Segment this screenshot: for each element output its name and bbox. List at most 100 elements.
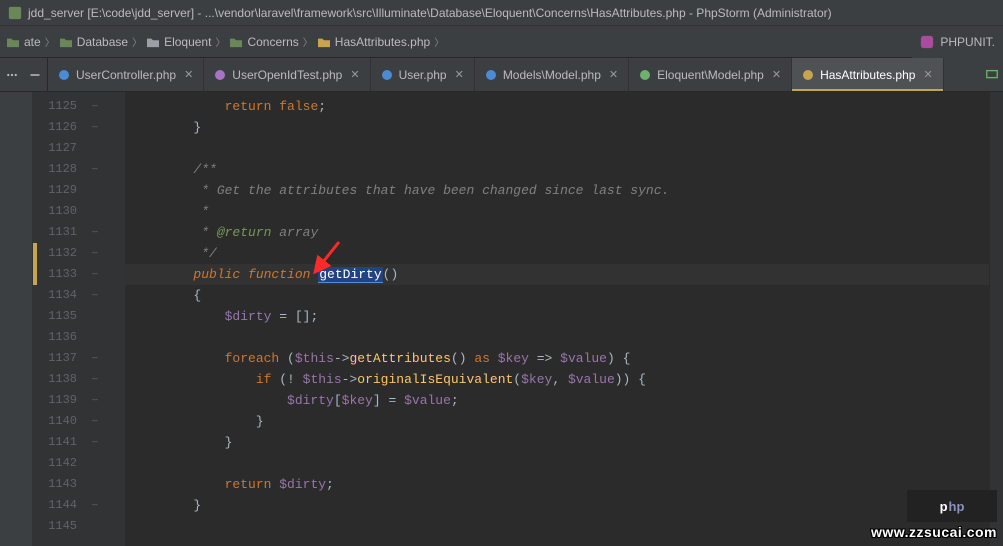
gutter-line: 1138— (33, 369, 125, 390)
fold-toggle-icon[interactable]: — (85, 159, 105, 180)
code-line[interactable]: $dirty[$key] = $value; (125, 390, 989, 411)
fold-toggle-icon[interactable]: — (85, 117, 105, 138)
fold-toggle-icon[interactable]: — (85, 96, 105, 117)
fold-toggle-icon[interactable]: — (85, 411, 105, 432)
tab-hasattributes-php[interactable]: HasAttributes.php ✕ (792, 58, 944, 91)
close-icon[interactable]: ✕ (350, 68, 359, 81)
breadcrumb-item[interactable]: Eloquent (146, 35, 211, 49)
breadcrumb-item[interactable]: Concerns (229, 35, 298, 49)
editor-left-tools (0, 58, 48, 91)
code-line[interactable]: * (125, 201, 989, 222)
gutter-line: 1126— (33, 117, 125, 138)
breadcrumb-item[interactable]: HasAttributes.php (317, 35, 430, 49)
line-number: 1143 (33, 474, 85, 495)
gutter-line: 1137— (33, 348, 125, 369)
close-icon[interactable]: ✕ (609, 68, 618, 81)
fold-toggle-icon[interactable]: — (85, 369, 105, 390)
code-line[interactable]: } (125, 117, 989, 138)
gutter-line: 1132— (33, 243, 125, 264)
code-line[interactable]: public function getDirty() (125, 264, 989, 285)
chevron-right-icon: 〉 (303, 34, 313, 49)
scrollbar-strip[interactable] (989, 92, 1003, 546)
gutter-line: 1134— (33, 285, 125, 306)
close-icon[interactable]: ✕ (772, 68, 781, 81)
fold-toggle-icon[interactable]: — (85, 495, 105, 516)
tab-label: UserController.php (76, 68, 176, 82)
breadcrumb-item[interactable]: Database (59, 35, 128, 49)
fold-toggle-icon[interactable]: — (85, 222, 105, 243)
code-line[interactable]: { (125, 285, 989, 306)
phpunit-panel-button[interactable]: PHPUNIT. (912, 26, 1003, 58)
tab-usercontroller-php[interactable]: UserController.php ✕ (48, 58, 204, 91)
code-line[interactable] (125, 138, 989, 159)
fold-toggle-icon[interactable]: — (85, 432, 105, 453)
line-number: 1139 (33, 390, 85, 411)
tab-useropenidtest-php[interactable]: UserOpenIdTest.php✕ (204, 58, 370, 91)
line-number: 1126 (33, 117, 85, 138)
line-number: 1132 (33, 243, 85, 264)
tab-label: HasAttributes.php (820, 68, 915, 82)
php-file-icon (214, 69, 226, 81)
line-number: 1142 (33, 453, 85, 474)
tab-user-php[interactable]: User.php✕ (371, 58, 475, 91)
gutter-line: 1129 (33, 180, 125, 201)
gutter-line: 1133— (33, 264, 125, 285)
fold-toggle-icon[interactable]: — (85, 243, 105, 264)
close-icon[interactable]: ✕ (184, 68, 193, 81)
gutter-line: 1131— (33, 222, 125, 243)
phpunit-label: PHPUNIT. (940, 35, 995, 49)
code-line[interactable]: */ (125, 243, 989, 264)
code-line[interactable]: } (125, 432, 989, 453)
code-line[interactable]: return false; (125, 96, 989, 117)
breadcrumb-label: Database (77, 35, 128, 49)
gutter-line: 1140— (33, 411, 125, 432)
line-number: 1141 (33, 432, 85, 453)
tab-eloquent-model-php[interactable]: Eloquent\Model.php ✕ (629, 58, 792, 91)
more-actions-icon[interactable] (6, 69, 18, 81)
code-line[interactable]: if (! $this->originalIsEquivalent($key, … (125, 369, 989, 390)
code-line[interactable]: * @return array (125, 222, 989, 243)
code-line[interactable]: } (125, 411, 989, 432)
code-line[interactable] (125, 327, 989, 348)
line-number: 1125 (33, 96, 85, 117)
fold-toggle-icon[interactable]: — (85, 348, 105, 369)
fold-toggle-icon[interactable]: — (85, 264, 105, 285)
code-line[interactable]: } (125, 495, 989, 516)
close-icon[interactable]: ✕ (923, 68, 932, 81)
gutter-line: 1145 (33, 516, 125, 537)
fold-toggle-icon[interactable]: — (85, 390, 105, 411)
breadcrumb: ate〉Database〉Eloquent〉Concerns〉HasAttrib… (0, 26, 1003, 58)
code-line[interactable]: /** (125, 159, 989, 180)
folder-icon (317, 36, 331, 48)
code-line[interactable] (125, 516, 989, 537)
code-line[interactable]: $dirty = []; (125, 306, 989, 327)
line-number: 1144 (33, 495, 85, 516)
line-number: 1129 (33, 180, 85, 201)
line-number: 1137 (33, 348, 85, 369)
gutter-line: 1142 (33, 453, 125, 474)
editor-tabs: UserController.php✕UserOpenIdTest.php✕Us… (0, 58, 1003, 92)
tab-label: Models\Model.php (503, 68, 601, 82)
code-line[interactable]: foreach ($this->getAttributes() as $key … (125, 348, 989, 369)
gutter-line: 1139— (33, 390, 125, 411)
code-line[interactable] (125, 453, 989, 474)
tab-models-model-php[interactable]: Models\Model.php ✕ (475, 58, 629, 91)
collapse-icon[interactable] (29, 69, 41, 81)
code-line[interactable]: return $dirty; (125, 474, 989, 495)
chevron-right-icon: 〉 (45, 34, 55, 49)
tab-label: Eloquent\Model.php (657, 68, 764, 82)
tab-overflow-icon[interactable] (985, 68, 999, 82)
gutter-line: 1136 (33, 327, 125, 348)
line-number: 1136 (33, 327, 85, 348)
php-file-icon (58, 69, 70, 81)
watermark-url: www.zzsucai.com (871, 524, 997, 540)
code-line[interactable]: * Get the attributes that have been chan… (125, 180, 989, 201)
breadcrumb-item[interactable]: ate (6, 35, 41, 49)
watermark: php www.zzsucai.com (871, 490, 997, 540)
code-area[interactable]: return false; } /** * Get the attributes… (125, 92, 989, 546)
chevron-right-icon: 〉 (132, 34, 142, 49)
editor-area: 1125—1126—11271128—112911301131—1132—113… (0, 92, 1003, 546)
fold-toggle-icon[interactable]: — (85, 285, 105, 306)
line-number: 1140 (33, 411, 85, 432)
close-icon[interactable]: ✕ (455, 68, 464, 81)
